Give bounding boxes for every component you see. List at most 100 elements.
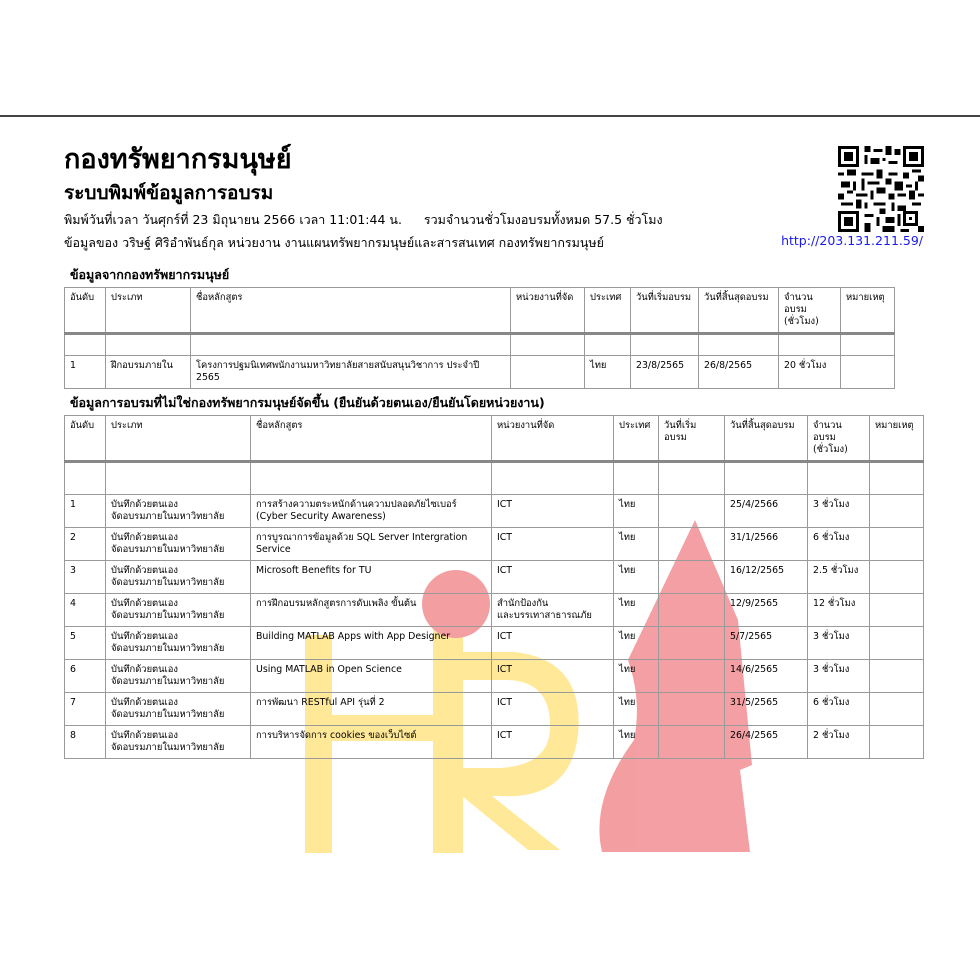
col-rank-cell: 3	[64, 560, 106, 594]
spacer-cell	[250, 461, 492, 495]
col-country-cell: ไทย	[613, 626, 659, 660]
col-rank-cell: 1	[64, 355, 106, 389]
col-end-date-cell: 26/8/2565	[698, 355, 779, 389]
col-hours-cell: 2.5 ชั่วโมง	[807, 560, 870, 594]
col-rank-cell: 4	[64, 593, 106, 627]
col-organizer-cell: ICT	[491, 527, 614, 561]
col-type-cell: บันทึกด้วยตนเอง จัดอบรมภายในมหาวิทยาลัย	[105, 626, 251, 660]
col-country-cell: ไทย	[584, 355, 631, 389]
col-rank-cell: 6	[64, 659, 106, 693]
col-organizer-cell: ICT	[491, 560, 614, 594]
col-organizer-cell	[510, 355, 585, 389]
col-remark-header: หมายเหตุ	[840, 287, 895, 335]
spacer-cell	[105, 461, 251, 495]
spacer-cell	[698, 333, 779, 356]
col-remark-cell	[869, 593, 924, 627]
col-organizer-cell: ICT	[491, 692, 614, 726]
table-row: 1 ฝึกอบรมภายใน โครงการปฐมนิเทศพนักงานมหาวิ…	[64, 355, 895, 389]
col-organizer-cell: ICT	[491, 725, 614, 759]
col-start-date-cell	[658, 692, 725, 726]
table-row: 4 บันทึกด้วยตนเอง จัดอบรมภายในมหาวิทยาลัยก…	[64, 593, 924, 627]
spacer-cell	[869, 461, 924, 495]
table-row: 2 บันทึกด้วยตนเอง จัดอบรมภายในมหาวิทยาลัยก…	[64, 527, 924, 561]
col-type-cell: บันทึกด้วยตนเอง จัดอบรมภายในมหาวิทยาลัย	[105, 593, 251, 627]
owner-info: ข้อมูลของ วริษฐ์ ศิริอำพันธ์กุล หน่วยงาน…	[64, 235, 604, 250]
site-url-link[interactable]: http://203.131.211.59/	[781, 232, 923, 250]
col-end-date-header: วันที่สิ้นสุดอบรม	[698, 287, 779, 335]
page-title: กองทรัพยากรมนุษย์	[64, 144, 292, 175]
col-end-date-header: วันที่สิ้นสุดอบรม	[724, 415, 808, 463]
col-remark-cell	[869, 659, 924, 693]
col-country-header: ประเทศ	[613, 415, 659, 463]
spacer-cell	[190, 333, 511, 356]
table-row: 3 บันทึกด้วยตนเอง จัดอบรมภายในมหาวิทยาลัย M…	[64, 560, 924, 594]
col-organizer-cell: ICT	[491, 626, 614, 660]
col-end-date-cell: 25/4/2566	[724, 494, 808, 528]
col-remark-header: หมายเหตุ	[869, 415, 924, 463]
col-end-date-cell: 14/6/2565	[724, 659, 808, 693]
spacer-cell	[510, 333, 585, 356]
col-hours-cell: 6 ชั่วโมง	[807, 692, 870, 726]
col-remark-cell	[869, 626, 924, 660]
spacer-cell	[105, 333, 191, 356]
col-country-cell: ไทย	[613, 527, 659, 561]
spacer-cell	[64, 333, 106, 356]
col-remark-cell	[869, 560, 924, 594]
table-row: 5 บันทึกด้วยตนเอง จัดอบรมภายในมหาวิทยาลัย B…	[64, 626, 924, 660]
col-start-date-header: วันที่เริ่มอบรม	[658, 415, 725, 463]
col-rank-cell: 8	[64, 725, 106, 759]
col-type-cell: ฝึกอบรมภายใน	[105, 355, 191, 389]
col-course-name-header: ชื่อหลักสูตร	[250, 415, 492, 463]
col-hours-cell: 12 ชั่วโมง	[807, 593, 870, 627]
col-rank-header: อันดับ	[64, 415, 106, 463]
col-organizer-header: หน่วยงานที่จัด	[491, 415, 614, 463]
col-rank-header: อันดับ	[64, 287, 106, 335]
col-rank-cell: 2	[64, 527, 106, 561]
spacer-cell	[630, 333, 699, 356]
col-country-cell: ไทย	[613, 725, 659, 759]
section-internal-title: ข้อมูลจากกองทรัพยากรมนุษย์	[70, 267, 230, 282]
col-course-name-cell: การพัฒนา RESTful API รุ่นที่ 2	[250, 692, 492, 726]
col-organizer-cell: ICT	[491, 494, 614, 528]
col-course-name-cell: การบริหารจัดการ cookies ของเว็บไซต์	[250, 725, 492, 759]
col-type-header: ประเภท	[105, 287, 191, 335]
col-type-cell: บันทึกด้วยตนเอง จัดอบรมภายในมหาวิทยาลัย	[105, 659, 251, 693]
col-country-cell: ไทย	[613, 494, 659, 528]
table-spacer-row	[64, 461, 924, 495]
col-start-date-cell	[658, 593, 725, 627]
col-remark-cell	[869, 527, 924, 561]
spacer-cell	[491, 461, 614, 495]
col-remark-cell	[869, 494, 924, 528]
col-course-name-header: ชื่อหลักสูตร	[190, 287, 511, 335]
col-hours-header: จำนวนอบรม (ชั่วโมง)	[807, 415, 870, 463]
page-subtitle: ระบบพิมพ์ข้อมูลการอบรม	[64, 182, 274, 204]
table-row: 1 บันทึกด้วยตนเอง จัดอบรมภายในมหาวิทยาลัยก…	[64, 494, 924, 528]
col-remark-cell	[869, 692, 924, 726]
qr-code-icon	[838, 146, 924, 232]
col-course-name-cell: Building MATLAB Apps with App Designer	[250, 626, 492, 660]
section-external-title: ข้อมูลการอบรมที่ไม่ใช่กองทรัพยากรมนุษย์จ…	[70, 395, 545, 410]
col-start-date-cell	[658, 626, 725, 660]
printed-at: พิมพ์วันที่เวลา วันศุกร์ที่ 23 มิถุนายน …	[64, 212, 402, 227]
col-course-name-cell: Microsoft Benefits for TU	[250, 560, 492, 594]
col-rank-cell: 1	[64, 494, 106, 528]
col-hours-cell: 3 ชั่วโมง	[807, 626, 870, 660]
col-end-date-cell: 16/12/2565	[724, 560, 808, 594]
col-country-cell: ไทย	[613, 692, 659, 726]
col-start-date-cell	[658, 560, 725, 594]
spacer-cell	[613, 461, 659, 495]
table-header-row: อันดับ ประเภท ชื่อหลักสูตร หน่วยงานที่จัด ปร…	[64, 287, 895, 335]
col-remark-cell	[869, 725, 924, 759]
col-type-cell: บันทึกด้วยตนเอง จัดอบรมภายในมหาวิทยาลัย	[105, 725, 251, 759]
col-hours-cell: 6 ชั่วโมง	[807, 527, 870, 561]
col-type-cell: บันทึกด้วยตนเอง จัดอบรมภายในมหาวิทยาลัย	[105, 692, 251, 726]
col-hours-cell: 3 ชั่วโมง	[807, 659, 870, 693]
col-organizer-cell: สำนักป้องกัน และบรรเทาสาธารณภัย	[491, 593, 614, 627]
col-country-cell: ไทย	[613, 560, 659, 594]
col-hours-cell: 3 ชั่วโมง	[807, 494, 870, 528]
table-row: 8 บันทึกด้วยตนเอง จัดอบรมภายในมหาวิทยาลัยก…	[64, 725, 924, 759]
spacer-cell	[840, 333, 895, 356]
col-country-cell: ไทย	[613, 659, 659, 693]
table-header-row: อันดับ ประเภท ชื่อหลักสูตร หน่วยงานที่จัด ปร…	[64, 415, 924, 463]
col-rank-cell: 7	[64, 692, 106, 726]
